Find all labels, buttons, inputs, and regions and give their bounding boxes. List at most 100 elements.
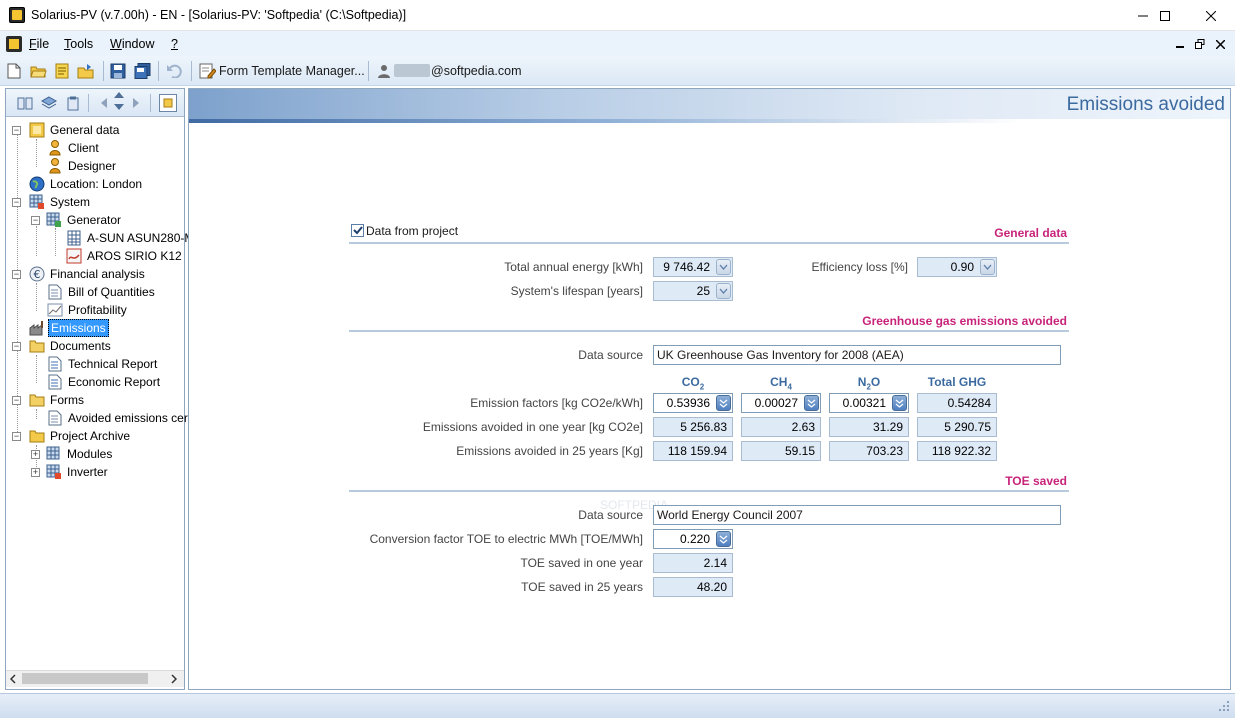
toe-years-label: TOE saved in 25 years bbox=[521, 580, 643, 594]
globe-icon bbox=[29, 176, 45, 192]
emission-factor-ch4-dropdown[interactable] bbox=[804, 395, 819, 411]
tree-item-client[interactable]: Client bbox=[47, 139, 101, 157]
data-from-project-checkbox[interactable] bbox=[351, 224, 364, 237]
grid-icon bbox=[46, 212, 62, 228]
tree-item-inverter-archive[interactable]: + Inverter bbox=[31, 463, 110, 481]
scroll-left-button[interactable] bbox=[9, 673, 16, 687]
tree-item-financial-analysis[interactable]: − € Financial analysis bbox=[12, 265, 147, 283]
scrollbar-thumb[interactable] bbox=[22, 673, 148, 684]
notes-icon bbox=[55, 63, 69, 79]
tree-item-project-archive[interactable]: − Project Archive bbox=[12, 427, 132, 445]
expand-toggle[interactable]: + bbox=[31, 467, 40, 477]
tree-item-profitability[interactable]: Profitability bbox=[47, 301, 129, 319]
save-button[interactable] bbox=[109, 62, 127, 80]
column-header-co2: CO2 bbox=[653, 375, 733, 391]
menu-file-label: ile bbox=[36, 37, 50, 51]
system-lifespan-spin-button[interactable] bbox=[716, 283, 731, 299]
toe-data-source-field[interactable]: World Energy Council 2007 bbox=[653, 505, 1061, 525]
tree-item-inverter[interactable]: AROS SIRIO K12 bbox=[66, 247, 184, 265]
tree-item-bill-of-quantities[interactable]: Bill of Quantities bbox=[47, 283, 157, 301]
tree-item-label: Financial analysis bbox=[50, 267, 145, 281]
conversion-factor-dropdown[interactable] bbox=[716, 531, 731, 547]
tree-line bbox=[36, 283, 37, 311]
tree-item-documents[interactable]: − Documents bbox=[12, 337, 113, 355]
tree-item-forms[interactable]: − Forms bbox=[12, 391, 86, 409]
tree-item-system[interactable]: − System bbox=[12, 193, 92, 211]
clipboard-icon bbox=[67, 96, 79, 110]
maximize-button[interactable] bbox=[1142, 0, 1188, 31]
emission-factor-n2o-dropdown[interactable] bbox=[892, 395, 907, 411]
form-template-manager-button[interactable]: Form Template Manager... bbox=[219, 64, 365, 78]
tree-item-emissions[interactable]: Emissions bbox=[29, 319, 109, 337]
close-button[interactable] bbox=[1188, 0, 1234, 31]
tree-item-avoided-emissions-certificate[interactable]: Avoided emissions certif bbox=[47, 409, 199, 427]
tree-item-location[interactable]: Location: London bbox=[29, 175, 144, 193]
tree-item-designer[interactable]: Designer bbox=[47, 157, 118, 175]
app-icon[interactable] bbox=[9, 7, 25, 23]
person-icon bbox=[47, 140, 63, 156]
menu-tools-label: ools bbox=[70, 37, 94, 51]
form-template-icon-button[interactable] bbox=[198, 62, 216, 80]
total-energy-spin-button[interactable] bbox=[716, 259, 731, 275]
tree-next-button[interactable] bbox=[127, 94, 145, 112]
tree-square-button[interactable] bbox=[159, 94, 177, 112]
tree-item-general-data[interactable]: − General data bbox=[12, 121, 121, 139]
tree-item-economic-report[interactable]: Economic Report bbox=[47, 373, 162, 391]
scroll-right-button[interactable] bbox=[171, 673, 178, 687]
collapse-toggle[interactable]: − bbox=[31, 215, 40, 225]
collapse-toggle[interactable]: − bbox=[12, 341, 21, 351]
resize-grip-icon[interactable] bbox=[1218, 700, 1230, 712]
export-icon bbox=[77, 64, 94, 79]
undo-button[interactable] bbox=[165, 62, 183, 80]
toe-years-field: 48.20 bbox=[653, 577, 733, 597]
general-data-section-title: General data bbox=[994, 226, 1067, 240]
page-header-strip bbox=[189, 119, 1230, 123]
collapse-toggle[interactable]: − bbox=[12, 431, 21, 441]
collapse-toggle[interactable]: − bbox=[12, 395, 21, 405]
tree-clipboard-button[interactable] bbox=[64, 94, 82, 112]
menu-window-label: indow bbox=[121, 37, 155, 51]
emission-factor-co2-dropdown[interactable] bbox=[716, 395, 731, 411]
tree-item-label: Project Archive bbox=[50, 429, 131, 443]
notes-button[interactable] bbox=[53, 62, 71, 80]
emissions-25-years-ch4: 59.15 bbox=[741, 441, 821, 461]
emissions-25-years-n2o: 703.23 bbox=[829, 441, 909, 461]
section-divider bbox=[349, 490, 1069, 492]
mdi-close-button[interactable] bbox=[1213, 37, 1227, 51]
tree-item-module[interactable]: A-SUN ASUN280-M bbox=[66, 229, 196, 247]
emissions-one-year-total: 5 290.75 bbox=[917, 417, 997, 437]
menu-file[interactable]: File bbox=[29, 37, 49, 51]
section-divider bbox=[349, 242, 1069, 244]
tree-item-generator[interactable]: − Generator bbox=[31, 211, 123, 229]
collapse-toggle[interactable]: − bbox=[12, 125, 21, 135]
tree-item-label: Forms bbox=[50, 393, 84, 407]
document-menu-icon[interactable] bbox=[6, 36, 22, 52]
open-folder-button[interactable] bbox=[29, 62, 47, 80]
efficiency-loss-spin-button[interactable] bbox=[980, 259, 995, 275]
export-button[interactable] bbox=[77, 62, 95, 80]
emissions-25-years-co2: 118 159.94 bbox=[653, 441, 733, 461]
tree-line bbox=[36, 139, 37, 167]
save-all-icon bbox=[134, 63, 150, 79]
collapse-toggle[interactable]: − bbox=[12, 197, 21, 207]
tree-layers-button[interactable] bbox=[40, 94, 58, 112]
chevron-down-icon bbox=[807, 399, 816, 408]
menu-help[interactable]: ? bbox=[171, 37, 178, 51]
ghg-data-source-field[interactable]: UK Greenhouse Gas Inventory for 2008 (AE… bbox=[653, 345, 1061, 365]
menu-window[interactable]: Window bbox=[110, 37, 154, 51]
tree-item-label: Designer bbox=[68, 159, 117, 173]
tree-item-label: Bill of Quantities bbox=[68, 285, 155, 299]
collapse-toggle[interactable]: − bbox=[12, 269, 21, 279]
toolbar bbox=[0, 56, 1235, 86]
new-file-button[interactable] bbox=[5, 62, 23, 80]
tree-item-modules[interactable]: + Modules bbox=[31, 445, 114, 463]
mdi-minimize-button[interactable] bbox=[1173, 37, 1187, 51]
column-header-ch4: CH4 bbox=[741, 375, 821, 391]
expand-toggle[interactable]: + bbox=[31, 449, 40, 459]
mdi-restore-button[interactable] bbox=[1193, 37, 1207, 51]
tree-book-button[interactable] bbox=[16, 94, 34, 112]
save-all-button[interactable] bbox=[133, 62, 151, 80]
menu-tools[interactable]: Tools bbox=[64, 37, 93, 51]
tree-item-technical-report[interactable]: Technical Report bbox=[47, 355, 159, 373]
tree-updown-button[interactable] bbox=[110, 92, 128, 110]
